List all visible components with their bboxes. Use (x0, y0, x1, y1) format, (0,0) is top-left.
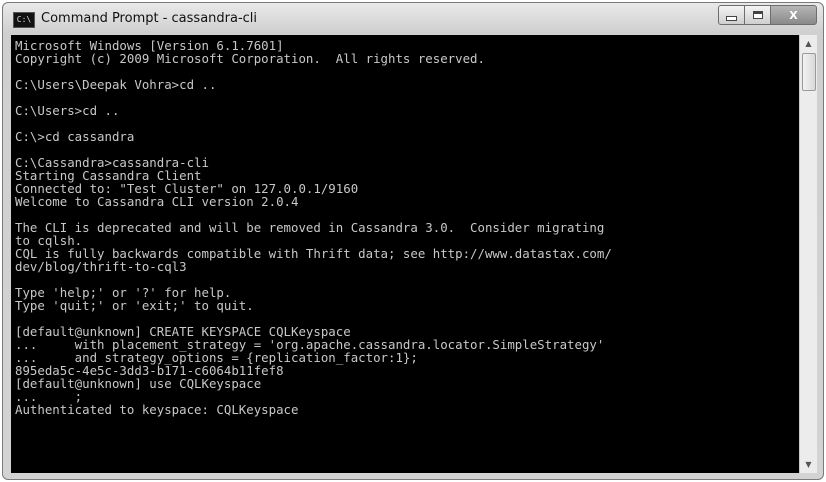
console-output[interactable]: Microsoft Windows [Version 6.1.7601] Cop… (11, 35, 799, 473)
console-line: C:\Users>cd .. (15, 103, 120, 118)
vertical-scrollbar[interactable]: ▲ ▼ (799, 35, 817, 473)
console-line: Welcome to Cassandra CLI version 2.0.4 (15, 194, 299, 209)
title-bar[interactable]: C:\ Command Prompt - cassandra-cli X (3, 3, 823, 35)
window-controls: X (718, 5, 817, 25)
console-line: Copyright (c) 2009 Microsoft Corporation… (15, 51, 485, 66)
scroll-down-arrow-icon[interactable]: ▼ (800, 456, 817, 473)
scroll-up-arrow-icon[interactable]: ▲ (800, 35, 817, 52)
console-text: Microsoft Windows [Version 6.1.7601] Cop… (11, 35, 799, 416)
console-line: The CLI is deprecated and will be remove… (15, 220, 605, 235)
cmd-icon[interactable]: C:\ (13, 12, 35, 28)
console-line: C:\Users\Deepak Vohra>cd .. (15, 77, 217, 92)
console-line: Authenticated to keyspace: CQLKeyspace (15, 402, 299, 417)
minimize-button[interactable] (718, 5, 745, 25)
maximize-button[interactable] (745, 5, 771, 25)
console-line: Type 'quit;' or 'exit;' to quit. (15, 298, 254, 313)
close-icon: X (789, 8, 798, 22)
close-button[interactable]: X (771, 5, 817, 25)
scrollbar-thumb[interactable] (802, 53, 816, 91)
console-line: C:\>cd cassandra (15, 129, 135, 144)
minimize-icon (726, 15, 737, 21)
command-prompt-window: C:\ Command Prompt - cassandra-cli X Mic… (2, 2, 824, 480)
maximize-icon (752, 11, 763, 19)
window-title: Command Prompt - cassandra-cli (41, 11, 258, 26)
console-line: dev/blog/thrift-to-cql3 (15, 259, 187, 274)
